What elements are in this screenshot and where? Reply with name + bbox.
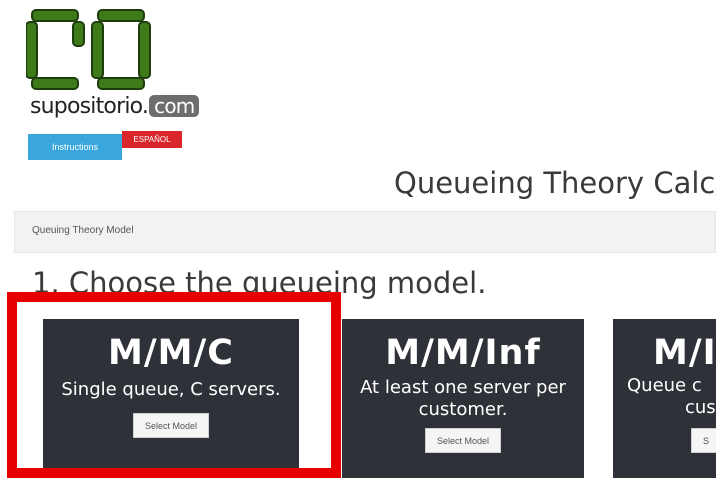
select-model-button[interactable]: Select Model xyxy=(424,428,502,453)
language-toggle-button[interactable]: ESPAÑOL xyxy=(122,131,182,148)
logo-text-badge: com xyxy=(149,95,200,117)
logo-icon xyxy=(26,9,151,90)
site-logo[interactable]: supositorio. com xyxy=(26,8,216,120)
logo-text-main: supositorio. xyxy=(30,94,149,119)
model-description: At least one server per customer. xyxy=(360,377,566,420)
model-card-third[interactable]: M/I Queue c cus S xyxy=(613,319,716,478)
select-model-button[interactable]: S xyxy=(691,428,716,453)
model-description-line2: cus xyxy=(685,397,716,418)
model-description: Queue c xyxy=(627,375,702,396)
model-title: M/I xyxy=(653,333,716,373)
breadcrumb: Queuing Theory Model xyxy=(14,211,716,253)
highlight-box xyxy=(7,292,341,478)
instructions-button[interactable]: Instructions xyxy=(28,134,122,160)
model-title: M/M/Inf xyxy=(385,333,541,373)
page-title: Queueing Theory Calc xyxy=(394,166,716,200)
breadcrumb-label: Queuing Theory Model xyxy=(32,225,134,236)
model-card-mminf[interactable]: M/M/Inf At least one server per customer… xyxy=(342,319,584,478)
logo-wordmark: supositorio. com xyxy=(30,94,200,119)
